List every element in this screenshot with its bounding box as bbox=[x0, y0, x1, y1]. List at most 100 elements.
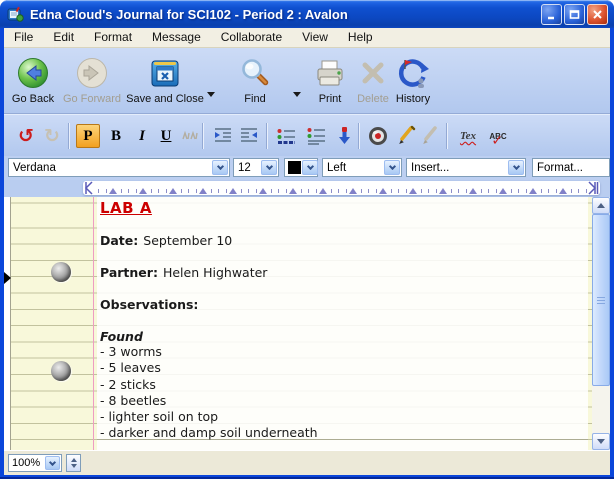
ruler-tick bbox=[541, 189, 542, 193]
find-icon bbox=[226, 53, 284, 93]
spellcheck-icon[interactable]: ABC✓ bbox=[486, 124, 510, 148]
ruler-tab-marker[interactable] bbox=[559, 188, 567, 194]
partner-value: Helen Highwater bbox=[163, 265, 268, 280]
doc-title: LAB A bbox=[100, 199, 152, 217]
ruler-tab-marker[interactable] bbox=[319, 188, 327, 194]
arrow-up-icon bbox=[597, 203, 605, 208]
list-item: - 3 worms bbox=[100, 344, 318, 360]
bold-button[interactable]: B bbox=[104, 124, 128, 148]
ruler-tab-marker[interactable] bbox=[229, 188, 237, 194]
go-back-button[interactable]: Go Back bbox=[8, 53, 58, 105]
ruler-tick bbox=[241, 189, 242, 193]
menu-file[interactable]: File bbox=[4, 28, 43, 47]
ruler-tab-marker[interactable] bbox=[499, 188, 507, 194]
format-menu[interactable]: Format... bbox=[532, 158, 610, 177]
date-value: September 10 bbox=[143, 233, 232, 248]
format-controls-row: Verdana 12 Left Insert... Format... bbox=[4, 156, 610, 180]
highlighter-pen-icon[interactable] bbox=[394, 124, 418, 148]
menu-edit[interactable]: Edit bbox=[43, 28, 84, 47]
menu-format[interactable]: Format bbox=[84, 28, 142, 47]
plain-text-button[interactable]: P bbox=[76, 124, 100, 148]
minimize-button[interactable] bbox=[541, 4, 562, 25]
ruler-tick bbox=[128, 189, 129, 193]
increase-indent-icon[interactable] bbox=[210, 124, 234, 148]
ruler bbox=[83, 181, 600, 195]
print-button[interactable]: Print bbox=[304, 53, 356, 105]
chevron-down-icon[interactable] bbox=[508, 160, 524, 175]
ruler-tick bbox=[188, 189, 189, 193]
insert-menu[interactable]: Insert... bbox=[406, 158, 526, 177]
ruler-tick bbox=[158, 189, 159, 193]
font-color-select[interactable] bbox=[284, 158, 318, 177]
app-icon bbox=[7, 6, 24, 23]
decrease-indent-icon[interactable] bbox=[238, 124, 262, 148]
ruler-tab-marker[interactable] bbox=[529, 188, 537, 194]
ruler-tab-marker[interactable] bbox=[379, 188, 387, 194]
menu-collaborate[interactable]: Collaborate bbox=[211, 28, 292, 47]
vertical-scrollbar[interactable] bbox=[592, 197, 610, 450]
align-select[interactable]: Left bbox=[322, 158, 402, 177]
numbered-list-icon[interactable] bbox=[274, 124, 298, 148]
ruler-tick bbox=[578, 189, 579, 193]
history-label: History bbox=[386, 93, 440, 105]
ruler-right-indent-marker[interactable] bbox=[587, 181, 599, 195]
ruler-tick bbox=[331, 189, 332, 193]
ruler-tick bbox=[496, 189, 497, 193]
format-toolbar: ↺ ↻ P B I U bbox=[4, 114, 610, 156]
ruler-tab-marker[interactable] bbox=[109, 188, 117, 194]
zoom-spinner[interactable] bbox=[66, 454, 81, 472]
ruler-tick bbox=[376, 189, 377, 193]
ruler-left-indent-marker[interactable] bbox=[84, 181, 94, 195]
ruler-tab-marker[interactable] bbox=[199, 188, 207, 194]
ruler-tick bbox=[271, 189, 272, 193]
font-size-value: 12 bbox=[234, 162, 261, 174]
list-item: - lighter soil on top bbox=[100, 409, 318, 425]
chevron-down-icon[interactable] bbox=[45, 456, 60, 470]
ruler-tick bbox=[211, 189, 212, 193]
font-select[interactable]: Verdana bbox=[8, 158, 230, 177]
scroll-down-button[interactable] bbox=[592, 433, 610, 450]
spellcheck-as-you-type-icon[interactable]: Tex bbox=[454, 124, 482, 148]
save-dropdown-arrow-icon[interactable] bbox=[207, 92, 215, 97]
menu-view[interactable]: View bbox=[292, 28, 338, 47]
window-title: Edna Cloud's Journal for SCI102 - Period… bbox=[30, 7, 348, 22]
ruler-tick bbox=[451, 189, 452, 193]
chevron-down-icon[interactable] bbox=[384, 160, 400, 175]
chevron-down-icon[interactable] bbox=[261, 160, 277, 175]
ruler-tab-marker[interactable] bbox=[469, 188, 477, 194]
chevron-down-icon[interactable] bbox=[302, 160, 318, 175]
ruler-tab-marker[interactable] bbox=[409, 188, 417, 194]
bulleted-list-icon[interactable] bbox=[304, 124, 328, 148]
maximize-button[interactable] bbox=[564, 4, 585, 25]
italic-button[interactable]: I bbox=[130, 124, 154, 148]
close-button[interactable] bbox=[587, 4, 608, 25]
menu-message[interactable]: Message bbox=[142, 28, 211, 47]
font-size-select[interactable]: 12 bbox=[233, 158, 279, 177]
ruler-tab-marker[interactable] bbox=[169, 188, 177, 194]
title-bar: Edna Cloud's Journal for SCI102 - Period… bbox=[0, 0, 614, 28]
scroll-up-button[interactable] bbox=[592, 197, 610, 214]
ruler-tab-marker[interactable] bbox=[439, 188, 447, 194]
ruler-tick bbox=[421, 189, 422, 193]
chevron-down-icon[interactable] bbox=[212, 160, 228, 175]
find-dropdown-arrow-icon[interactable] bbox=[293, 92, 301, 97]
undo-icon[interactable]: ↺ bbox=[14, 124, 38, 148]
status-bar: 100% bbox=[4, 450, 610, 475]
ruler-tab-marker[interactable] bbox=[259, 188, 267, 194]
ruler-tab-marker[interactable] bbox=[349, 188, 357, 194]
save-and-close-button[interactable]: Save and Close bbox=[122, 53, 208, 105]
zoom-select[interactable]: 100% bbox=[8, 454, 62, 472]
scrollbar-thumb[interactable] bbox=[592, 214, 610, 386]
underline-button[interactable]: U bbox=[154, 124, 178, 148]
ruler-tab-marker[interactable] bbox=[139, 188, 147, 194]
ruler-tick bbox=[278, 189, 279, 193]
history-button[interactable]: History bbox=[386, 53, 440, 105]
ruler-tick bbox=[556, 189, 557, 193]
ruler-tab-marker[interactable] bbox=[289, 188, 297, 194]
find-button[interactable]: Find bbox=[226, 53, 284, 105]
insert-down-arrow-icon[interactable] bbox=[332, 124, 356, 148]
margin-line bbox=[93, 197, 94, 450]
target-icon[interactable] bbox=[366, 124, 390, 148]
menu-help[interactable]: Help bbox=[338, 28, 383, 47]
doc-date-line: Date:September 10 bbox=[100, 233, 232, 248]
